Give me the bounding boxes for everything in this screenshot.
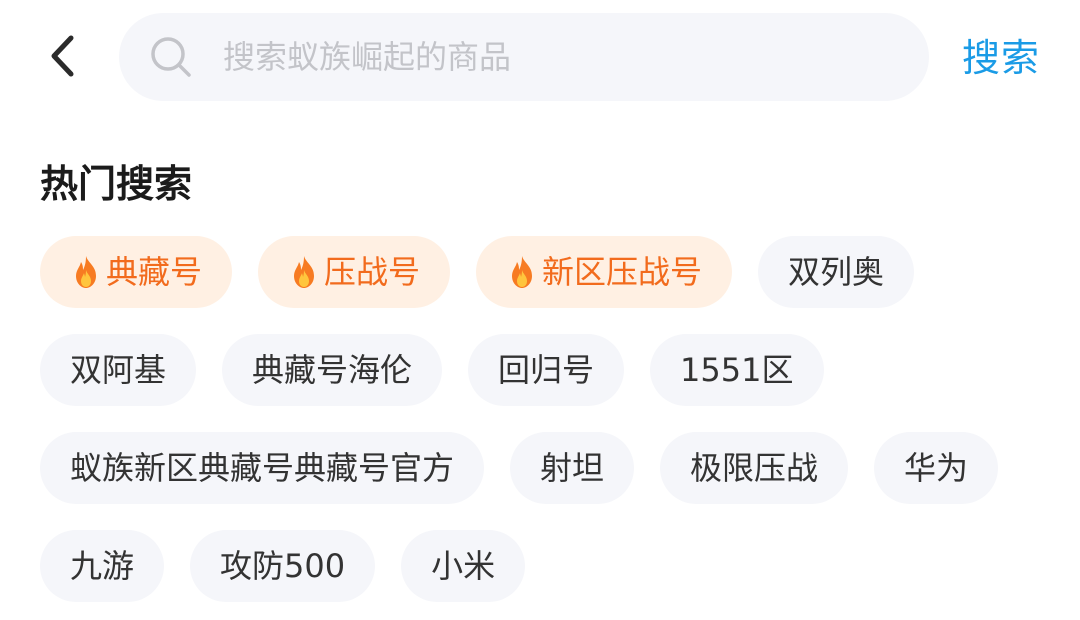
search-tag-label: 1551区 bbox=[680, 351, 794, 389]
search-tag[interactable]: 1551区 bbox=[650, 334, 824, 406]
search-tag-label: 双列奥 bbox=[788, 253, 885, 291]
search-bar[interactable] bbox=[119, 13, 929, 101]
search-tag[interactable]: 典藏号海伦 bbox=[222, 334, 443, 406]
search-tag-label: 攻防500 bbox=[220, 547, 346, 585]
search-tag-label: 双阿基 bbox=[70, 351, 167, 389]
search-icon bbox=[149, 35, 193, 79]
search-tag[interactable]: 回归号 bbox=[468, 334, 625, 406]
search-tag-label: 极限压战 bbox=[690, 449, 819, 487]
search-tag[interactable]: 双列奥 bbox=[758, 236, 915, 308]
fire-icon bbox=[506, 254, 538, 290]
search-tag-label: 射坦 bbox=[540, 449, 605, 487]
hot-search-tag[interactable]: 典藏号 bbox=[40, 236, 233, 308]
search-tag-label: 典藏号海伦 bbox=[252, 351, 413, 389]
hot-search-title: 热门搜索 bbox=[40, 162, 193, 206]
search-button[interactable]: 搜索 bbox=[962, 28, 1040, 88]
hot-search-tag[interactable]: 压战号 bbox=[258, 236, 451, 308]
hot-search-tag[interactable]: 新区压战号 bbox=[476, 236, 733, 308]
hot-search-tag-label: 新区压战号 bbox=[542, 253, 703, 291]
search-tag[interactable]: 九游 bbox=[40, 530, 165, 602]
search-tag[interactable]: 华为 bbox=[874, 432, 999, 504]
search-tag[interactable]: 蚁族新区典藏号典藏号官方 bbox=[40, 432, 485, 504]
search-tag-label: 回归号 bbox=[498, 351, 595, 389]
hot-search-tag-label: 典藏号 bbox=[106, 253, 203, 291]
search-tag-label: 九游 bbox=[70, 547, 135, 585]
search-tag[interactable]: 极限压战 bbox=[660, 432, 849, 504]
search-tag-label: 华为 bbox=[904, 449, 969, 487]
search-tag[interactable]: 射坦 bbox=[510, 432, 635, 504]
back-button[interactable] bbox=[40, 32, 84, 84]
chevron-left-icon bbox=[47, 34, 77, 82]
fire-icon bbox=[288, 254, 320, 290]
search-tag[interactable]: 小米 bbox=[401, 530, 526, 602]
search-tag[interactable]: 双阿基 bbox=[40, 334, 197, 406]
hot-search-tag-list: 典藏号 压战号 新区压战号 双列奥 双阿基 典藏号海伦 回归号 1551区 蚁族… bbox=[40, 236, 1050, 602]
fire-icon bbox=[70, 254, 102, 290]
search-tag[interactable]: 攻防500 bbox=[190, 530, 376, 602]
search-tag-label: 蚁族新区典藏号典藏号官方 bbox=[70, 449, 455, 487]
search-tag-label: 小米 bbox=[431, 547, 496, 585]
hot-search-tag-label: 压战号 bbox=[324, 253, 421, 291]
search-input[interactable] bbox=[223, 38, 863, 76]
